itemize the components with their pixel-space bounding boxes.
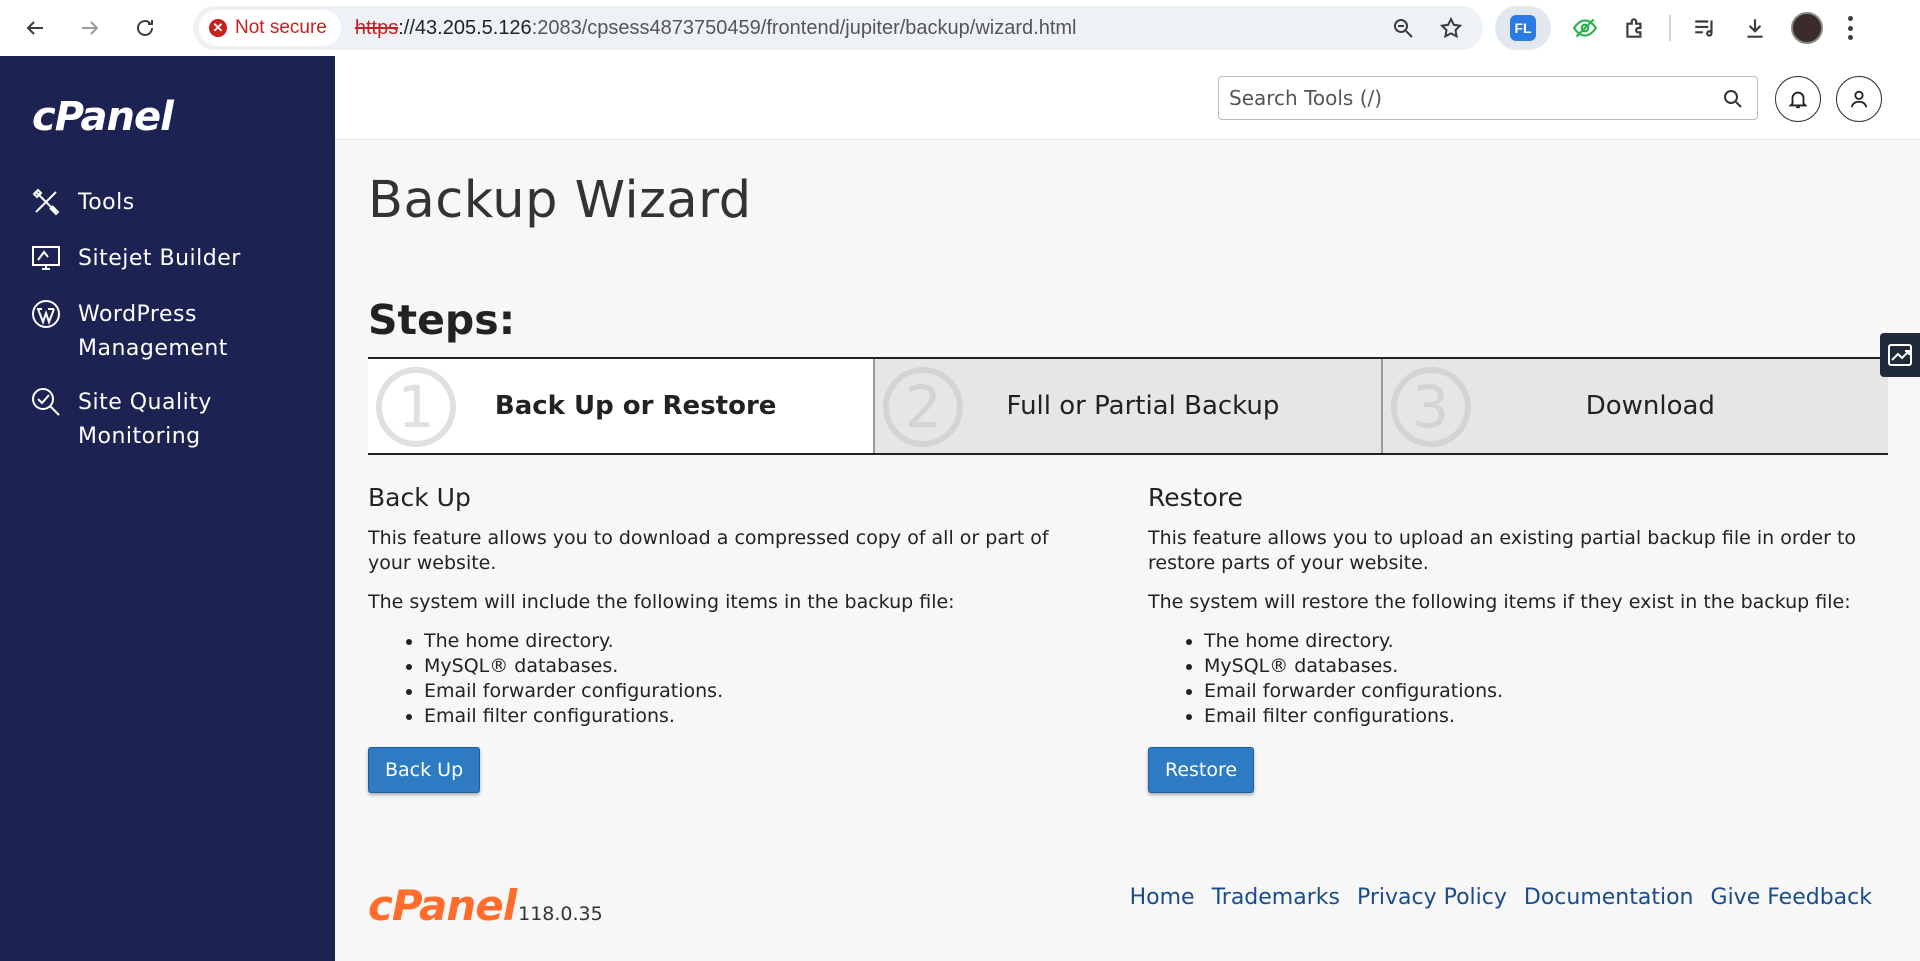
playlist-icon <box>1695 20 1713 37</box>
restore-heading: Restore <box>1148 483 1243 512</box>
browser-toolbar: ✕ Not secure https://43.205.5.126:2083/c… <box>0 0 1920 56</box>
profile-avatar[interactable] <box>1791 12 1823 44</box>
sitejet-icon <box>30 242 68 278</box>
reload-icon <box>137 20 153 36</box>
step-label: Back Up or Restore <box>494 391 777 421</box>
arrow-right-icon <box>82 21 99 35</box>
eye-icon <box>1572 18 1598 38</box>
wizard-steps: 1 Back Up or Restore 2 Full or Partial B… <box>368 357 1888 455</box>
step-download: 3 Download <box>1380 359 1888 453</box>
list-item: Email forwarder configurations. <box>1204 679 1868 704</box>
security-chip[interactable]: ✕ Not secure <box>199 10 341 46</box>
bell-icon <box>1788 91 1808 109</box>
restore-items-list: The home directory. MySQL® databases. Em… <box>1204 629 1868 729</box>
forward-button[interactable] <box>70 8 110 48</box>
sidebar: cPanel Tools Sitejet Builder WordPress M… <box>0 56 335 961</box>
sidebar-item-wordpress[interactable]: WordPress Management <box>30 298 330 366</box>
restore-section: Restore This feature allows you to uploa… <box>1148 483 1868 793</box>
list-item: MySQL® databases. <box>1204 654 1868 679</box>
back-button[interactable] <box>15 8 55 48</box>
user-icon <box>1850 90 1868 108</box>
search-tools-box <box>1218 76 1758 120</box>
sidebar-item-label: WordPress Management <box>78 302 228 361</box>
sidebar-item-label: Tools <box>78 190 135 215</box>
analytics-tab[interactable] <box>1880 333 1920 377</box>
step-label: Download <box>1585 391 1715 421</box>
topbar <box>335 56 1920 140</box>
backup-heading: Back Up <box>368 483 471 512</box>
footer-cpanel-logo: cPanel <box>368 881 517 930</box>
footer-link-privacy-policy[interactable]: Privacy Policy <box>1357 885 1507 910</box>
step-number: 1 <box>376 367 456 447</box>
cpanel-logo[interactable]: cPanel <box>32 94 174 140</box>
list-item: The home directory. <box>1204 629 1868 654</box>
footer-logo: cPanel 118.0.35 <box>368 885 603 927</box>
step-number: 3 <box>1390 367 1471 447</box>
tools-icon <box>30 186 68 222</box>
sidebar-nav: Tools Sitejet Builder WordPress Manageme… <box>30 186 330 474</box>
zoom-icon[interactable] <box>1391 16 1415 40</box>
back-up-button[interactable]: Back Up <box>368 747 481 793</box>
footer-link-home[interactable]: Home <box>1130 885 1195 910</box>
wordpress-icon <box>30 298 68 334</box>
site-quality-icon <box>30 386 68 422</box>
puzzle-icon <box>1626 18 1642 38</box>
list-item: Email forwarder configurations. <box>424 679 1088 704</box>
main-content: Backup Wizard Steps: 1 Back Up or Restor… <box>335 141 1920 961</box>
star-icon[interactable] <box>1439 16 1463 40</box>
url-text[interactable]: https://43.205.5.126:2083/cpsess48737504… <box>355 17 1077 40</box>
backup-section: Back Up This feature allows you to downl… <box>368 483 1088 793</box>
sidebar-item-sitejet[interactable]: Sitejet Builder <box>30 242 330 278</box>
media-button[interactable] <box>1689 12 1721 44</box>
restore-button[interactable]: Restore <box>1148 747 1255 793</box>
browser-menu-button[interactable] <box>1847 16 1853 40</box>
trend-chart-icon <box>1888 344 1912 366</box>
list-item: Email filter configurations. <box>424 704 1088 729</box>
sidebar-item-tools[interactable]: Tools <box>30 186 330 222</box>
step-number: 2 <box>883 367 964 447</box>
search-icon[interactable] <box>1721 87 1745 111</box>
sidebar-item-site-quality[interactable]: Site Quality Monitoring <box>30 386 330 454</box>
footer-link-give-feedback[interactable]: Give Feedback <box>1711 885 1872 910</box>
footer-link-documentation[interactable]: Documentation <box>1524 885 1694 910</box>
url-host: ://43.205.5.126 <box>398 16 532 39</box>
address-bar[interactable]: ✕ Not secure https://43.205.5.126:2083/c… <box>193 6 1483 50</box>
page-title: Backup Wizard <box>368 171 752 230</box>
security-label: Not secure <box>235 17 327 38</box>
list-item: MySQL® databases. <box>424 654 1088 679</box>
downloads-button[interactable] <box>1739 12 1771 44</box>
footer-links: Home Trademarks Privacy Policy Documenta… <box>1130 885 1872 910</box>
extension-fl-icon: FL <box>1510 15 1536 41</box>
step-back-up-or-restore: 1 Back Up or Restore <box>368 359 874 453</box>
restore-description: This feature allows you to upload an exi… <box>1148 527 1857 574</box>
step-label: Full or Partial Backup <box>1006 391 1280 421</box>
step-full-or-partial: 2 Full or Partial Backup <box>873 359 1381 453</box>
footer-link-trademarks[interactable]: Trademarks <box>1212 885 1340 910</box>
extension-fl-button[interactable]: FL <box>1495 6 1551 50</box>
steps-heading: Steps: <box>368 296 516 344</box>
list-item: The home directory. <box>424 629 1088 654</box>
backup-items-list: The home directory. MySQL® databases. Em… <box>424 629 1088 729</box>
warning-icon: ✕ <box>209 19 227 37</box>
notifications-button[interactable] <box>1775 76 1821 122</box>
extensions-button[interactable] <box>1619 12 1651 44</box>
backup-description: This feature allows you to download a co… <box>368 527 1049 574</box>
version-number: 118.0.35 <box>518 903 603 925</box>
url-path: :2083/cpsess4873750459/frontend/jupiter/… <box>531 16 1077 39</box>
url-scheme: https <box>354 16 399 39</box>
omnibox-actions <box>1391 6 1463 50</box>
user-menu-button[interactable] <box>1836 76 1882 122</box>
search-input[interactable] <box>1219 86 1699 110</box>
download-icon <box>1747 19 1763 38</box>
toolbar-divider <box>1669 15 1671 41</box>
list-item: Email filter configurations. <box>1204 704 1868 729</box>
sidebar-item-label: Site Quality Monitoring <box>78 390 212 449</box>
reload-button[interactable] <box>125 8 165 48</box>
restore-includes-intro: The system will restore the following it… <box>1148 591 1851 613</box>
sidebar-item-label: Sitejet Builder <box>78 246 241 271</box>
eye-extension-button[interactable] <box>1569 12 1601 44</box>
backup-includes-intro: The system will include the following it… <box>368 591 955 613</box>
extensions-area: FL <box>1495 6 1853 50</box>
arrow-left-icon <box>26 21 43 35</box>
